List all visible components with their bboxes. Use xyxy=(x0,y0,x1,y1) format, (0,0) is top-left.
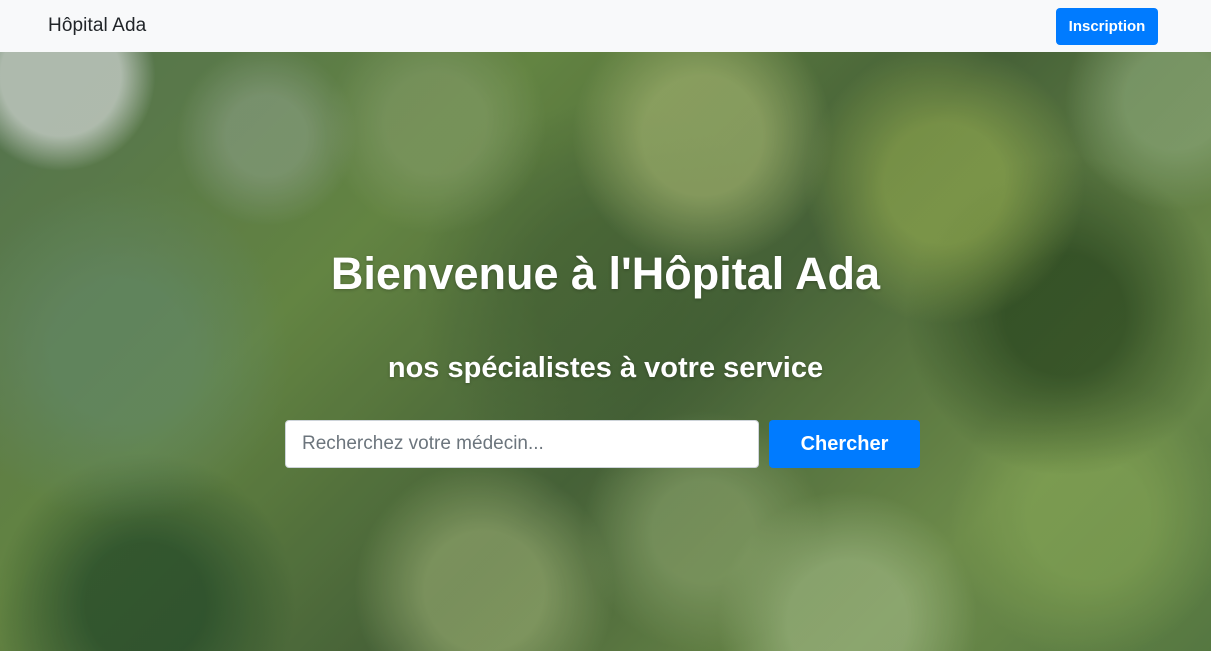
hero-title: Bienvenue à l'Hôpital Ada xyxy=(330,248,881,299)
search-button[interactable]: Chercher xyxy=(769,420,920,468)
navbar: Hôpital Ada Inscription xyxy=(0,0,1211,52)
search-form: Chercher xyxy=(285,420,920,468)
doctor-search-input[interactable] xyxy=(285,420,759,468)
hero-section: Bienvenue à l'Hôpital Ada nos spécialist… xyxy=(0,52,1211,651)
signup-button[interactable]: Inscription xyxy=(1056,7,1158,45)
brand-link[interactable]: Hôpital Ada xyxy=(48,15,146,37)
hero-subtitle: nos spécialistes à votre service xyxy=(387,352,824,384)
